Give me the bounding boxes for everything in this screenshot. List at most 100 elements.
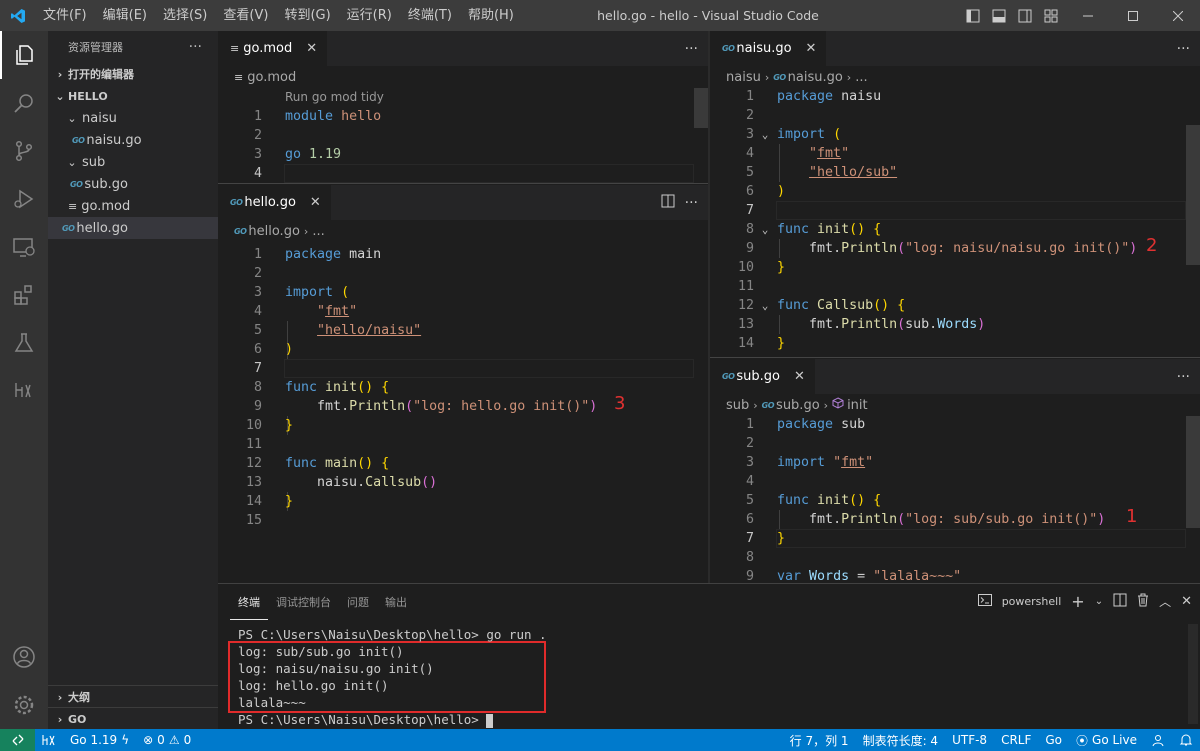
breadcrumb-file[interactable]: hello.go xyxy=(248,224,300,239)
more-actions-icon[interactable]: ··· xyxy=(1177,369,1190,385)
go-file-icon: GO xyxy=(773,72,786,82)
terminal-shell-name[interactable]: powershell xyxy=(1002,595,1062,608)
code-editor[interactable]: 1 package sub 2 3 import "fmt" 4 5 func ini… xyxy=(710,415,1200,583)
source-control-icon[interactable] xyxy=(0,127,48,175)
settings-gear-icon[interactable] xyxy=(0,681,48,729)
tab-sub-go[interactable]: GO sub.go ✕ xyxy=(710,359,815,394)
maximize-icon[interactable] xyxy=(1110,0,1155,31)
more-actions-icon[interactable]: ··· xyxy=(189,39,202,55)
breadcrumb-more[interactable]: ... xyxy=(312,224,324,239)
breadcrumb-file[interactable]: sub.go xyxy=(776,398,820,413)
trash-icon[interactable] xyxy=(1137,593,1149,611)
close-panel-icon[interactable]: ✕ xyxy=(1181,594,1192,609)
tree-item-sub-folder[interactable]: ⌄ sub xyxy=(48,151,218,173)
codelens-run-go-mod-tidy[interactable]: Run go mod tidy xyxy=(218,88,708,107)
remote-explorer-icon[interactable] xyxy=(0,223,48,271)
fold-chevron-icon[interactable]: ⌄ xyxy=(758,296,772,315)
toggle-panel-icon[interactable] xyxy=(986,0,1012,31)
breadcrumb-folder[interactable]: sub xyxy=(726,398,749,413)
toggle-secondary-sidebar-icon[interactable] xyxy=(1012,0,1038,31)
more-actions-icon[interactable]: ··· xyxy=(685,195,698,211)
status-docker-icon[interactable] xyxy=(35,734,63,746)
tab-terminal[interactable]: 终端 xyxy=(230,584,268,620)
outline-section[interactable]: › 大纲 xyxy=(48,686,218,708)
indentation-status[interactable]: 制表符长度: 4 xyxy=(856,732,946,749)
toggle-sidebar-icon[interactable] xyxy=(960,0,986,31)
accounts-status-icon[interactable] xyxy=(1144,733,1172,747)
menu-file[interactable]: 文件(F) xyxy=(35,0,95,31)
scrollbar[interactable] xyxy=(694,88,708,128)
run-debug-icon[interactable] xyxy=(0,175,48,223)
menu-go[interactable]: 转到(G) xyxy=(276,0,338,31)
menu-run[interactable]: 运行(R) xyxy=(339,0,400,31)
fold-chevron-icon[interactable]: ⌄ xyxy=(758,125,772,144)
tab-go-mod[interactable]: ≡ go.mod ✕ xyxy=(218,31,328,66)
maximize-panel-icon[interactable]: ︿ xyxy=(1159,593,1171,610)
close-tab-icon[interactable]: ✕ xyxy=(794,369,805,384)
breadcrumb-symbol[interactable]: init xyxy=(847,398,868,413)
eol-status[interactable]: CRLF xyxy=(994,733,1038,747)
cursor-position[interactable]: 行 7，列 1 xyxy=(783,732,856,749)
language-mode[interactable]: Go xyxy=(1038,733,1069,747)
scrollbar[interactable] xyxy=(1186,416,1200,528)
go-file-icon: GO xyxy=(70,179,83,189)
go-version-status[interactable]: Go 1.19 ϟ xyxy=(63,733,136,747)
tree-item-naisu-go[interactable]: GO naisu.go xyxy=(48,129,218,151)
breadcrumb-folder[interactable]: naisu xyxy=(726,70,761,85)
account-icon[interactable] xyxy=(0,633,48,681)
breadcrumb-file[interactable]: naisu.go xyxy=(788,70,843,85)
remote-indicator-icon[interactable] xyxy=(0,729,35,751)
menu-view[interactable]: 查看(V) xyxy=(215,0,276,31)
tab-hello-go[interactable]: GO hello.go ✕ xyxy=(218,185,331,220)
tree-item-go-mod[interactable]: ≡ go.mod xyxy=(48,195,218,217)
more-actions-icon[interactable]: ··· xyxy=(1177,41,1190,57)
minimize-icon[interactable] xyxy=(1065,0,1110,31)
go-live-status[interactable]: ⦿ Go Live xyxy=(1069,732,1144,749)
terminal-output[interactable]: PS C:\Users\Naisu\Desktop\hello> go run … xyxy=(238,626,547,728)
split-editor-icon[interactable] xyxy=(661,194,675,212)
split-terminal-icon[interactable] xyxy=(1113,593,1127,611)
chevron-down-icon[interactable]: ⌄ xyxy=(1095,596,1103,607)
code-editor[interactable]: 1 module hello 2 3 go 1.19 4 xyxy=(218,107,708,183)
code-editor[interactable]: 1 package naisu 2 3 ⌄ import ( 4 "fmt" 5 "h… xyxy=(710,87,1200,353)
more-actions-icon[interactable]: ··· xyxy=(685,41,698,57)
breadcrumb: ≡ go.mod xyxy=(218,66,708,88)
close-tab-icon[interactable]: ✕ xyxy=(306,41,317,56)
menu-selection[interactable]: 选择(S) xyxy=(155,0,215,31)
menu-terminal[interactable]: 终端(T) xyxy=(400,0,460,31)
scrollbar[interactable] xyxy=(1186,125,1200,265)
new-terminal-icon[interactable]: + xyxy=(1071,592,1084,611)
tab-debug-console[interactable]: 调试控制台 xyxy=(268,584,339,620)
workspace-section[interactable]: ⌄ HELLO xyxy=(48,85,218,107)
docker-icon[interactable] xyxy=(0,367,48,415)
extensions-icon[interactable] xyxy=(0,271,48,319)
menu-edit[interactable]: 编辑(E) xyxy=(95,0,155,31)
explorer-icon[interactable] xyxy=(0,31,48,79)
tree-item-hello-go[interactable]: GO hello.go xyxy=(48,217,218,239)
close-window-icon[interactable] xyxy=(1155,0,1200,31)
testing-icon[interactable] xyxy=(0,319,48,367)
tree-item-naisu-folder[interactable]: ⌄ naisu xyxy=(48,107,218,129)
breadcrumb-more[interactable]: ... xyxy=(855,70,867,85)
tree-item-sub-go[interactable]: GO sub.go xyxy=(48,173,218,195)
scrollbar[interactable] xyxy=(1188,624,1198,724)
open-editors-section[interactable]: › 打开的编辑器 xyxy=(48,63,218,85)
problems-status[interactable]: ⊗ 0 ⚠ 0 xyxy=(136,733,198,747)
go-section[interactable]: › GO xyxy=(48,708,218,730)
code-editor[interactable]: 1 package main 2 3 import ( 4 "fmt" 5 "hel… xyxy=(218,245,708,530)
encoding-status[interactable]: UTF-8 xyxy=(945,733,994,747)
tab-output[interactable]: 输出 xyxy=(377,584,415,620)
breadcrumb-file[interactable]: go.mod xyxy=(247,70,296,85)
customize-layout-icon[interactable] xyxy=(1038,0,1064,31)
notifications-bell-icon[interactable] xyxy=(1172,733,1200,747)
fold-chevron-icon[interactable]: ⌄ xyxy=(758,220,772,239)
search-icon[interactable] xyxy=(0,79,48,127)
go-file-icon: GO xyxy=(234,226,247,236)
chevron-right-icon: › xyxy=(57,712,63,726)
tab-naisu-go[interactable]: GO naisu.go ✕ xyxy=(710,31,827,66)
tab-problems[interactable]: 问题 xyxy=(339,584,377,620)
close-tab-icon[interactable]: ✕ xyxy=(806,41,817,56)
menu-help[interactable]: 帮助(H) xyxy=(460,0,522,31)
tree-item-label: sub.go xyxy=(84,176,128,192)
close-tab-icon[interactable]: ✕ xyxy=(310,195,321,210)
